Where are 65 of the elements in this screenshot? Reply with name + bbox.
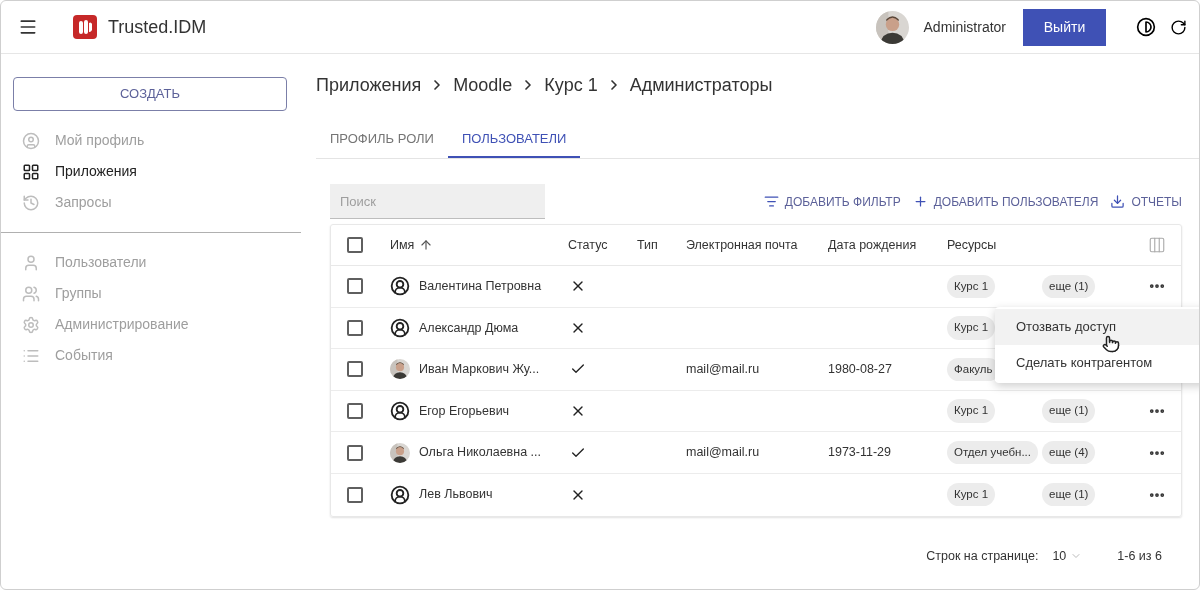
logo-icon: [73, 15, 97, 39]
group-icon: [22, 284, 40, 303]
refresh-icon[interactable]: [1170, 18, 1187, 36]
checkbox[interactable]: [347, 278, 363, 295]
checkbox[interactable]: [347, 403, 363, 420]
email-cell: mail@mail.ru: [686, 362, 760, 377]
rows-per-page-label: Строк на странице:: [926, 547, 1039, 565]
user-name-cell[interactable]: Иван Маркович Жу...: [419, 360, 540, 379]
column-header[interactable]: Тип: [637, 235, 658, 255]
gear-icon: [22, 315, 40, 334]
history-icon: [22, 193, 40, 212]
breadcrumb-item[interactable]: Moodle: [453, 71, 513, 99]
menu-item[interactable]: Отозвать доступ: [995, 309, 1199, 345]
checkbox[interactable]: [347, 237, 363, 253]
resource-chip: Курс 1: [947, 399, 996, 423]
user-icon: [22, 253, 40, 272]
resource-chip: Курс 1: [947, 483, 996, 507]
column-header[interactable]: Имя: [390, 235, 415, 255]
search-field[interactable]: Поиск: [330, 184, 545, 219]
profile-icon: [22, 131, 40, 150]
breadcrumb-item[interactable]: Приложения: [316, 71, 422, 99]
checkbox[interactable]: [347, 361, 363, 378]
birth-date-cell: 1980-08-27: [828, 362, 892, 377]
pointer-icon: [1102, 335, 1120, 353]
checkbox[interactable]: [347, 319, 363, 336]
menu-icon[interactable]: [18, 17, 38, 37]
resource-chip: Курс 1: [947, 316, 996, 340]
user-name: Administrator: [923, 17, 1006, 37]
user-name-cell[interactable]: Александр Дюма: [419, 318, 519, 338]
birth-date-cell: 1973-11-29: [828, 445, 891, 460]
more-chip[interactable]: еще (4): [1042, 441, 1096, 465]
theme-icon[interactable]: [1136, 17, 1156, 37]
plus-icon: [912, 194, 928, 209]
logout-button[interactable]: Выйти: [1023, 8, 1106, 46]
filter-icon: [763, 194, 779, 209]
resource-chip: Отдел учебн...: [947, 441, 1038, 465]
app-title: Trusted.IDM: [108, 15, 207, 39]
more-chip[interactable]: еще (1): [1042, 274, 1096, 298]
user-name-cell[interactable]: Егор Егорьевич: [419, 401, 510, 421]
page-range: 1-6 из 6: [1117, 547, 1162, 565]
breadcrumb-item: Администраторы: [629, 73, 773, 97]
create-button[interactable]: СОЗДАТЬ: [13, 77, 287, 111]
user-name-cell[interactable]: Валентина Петровна: [419, 276, 542, 296]
column-header[interactable]: Дата рождения: [828, 235, 917, 255]
checkbox[interactable]: [347, 444, 363, 461]
more-chip[interactable]: еще (1): [1042, 399, 1096, 423]
column-header[interactable]: Ресурсы: [947, 235, 997, 255]
rows-per-page-select[interactable]: 10: [1052, 546, 1083, 566]
tab[interactable]: ПРОФИЛЬ РОЛИ: [316, 121, 448, 158]
column-header[interactable]: Электронная почта: [686, 235, 798, 255]
tab[interactable]: ПОЛЬЗОВАТЕЛИ: [447, 121, 581, 158]
grid-icon: [22, 162, 40, 181]
download-icon: [1110, 194, 1126, 209]
column-header[interactable]: Статус: [568, 235, 608, 255]
user-name-cell[interactable]: Ольга Николаевна ...: [419, 443, 541, 463]
toolbar-button[interactable]: ДОБАВИТЬ ПОЛЬЗОВАТЕЛЯ: [912, 192, 1099, 211]
sidebar-item[interactable]: Приложения: [1, 156, 301, 187]
email-cell: mail@mail.ru: [686, 445, 760, 460]
resource-chip: Курс 1: [947, 274, 996, 298]
toolbar-button[interactable]: ОТЧЕТЫ: [1110, 192, 1182, 211]
user-name-cell[interactable]: Лев Львович: [419, 485, 493, 505]
more-chip[interactable]: еще (1): [1042, 483, 1096, 507]
checkbox[interactable]: [347, 486, 363, 503]
breadcrumb-item[interactable]: Курс 1: [544, 71, 598, 99]
toolbar-button[interactable]: ДОБАВИТЬ ФИЛЬТР: [763, 192, 901, 211]
